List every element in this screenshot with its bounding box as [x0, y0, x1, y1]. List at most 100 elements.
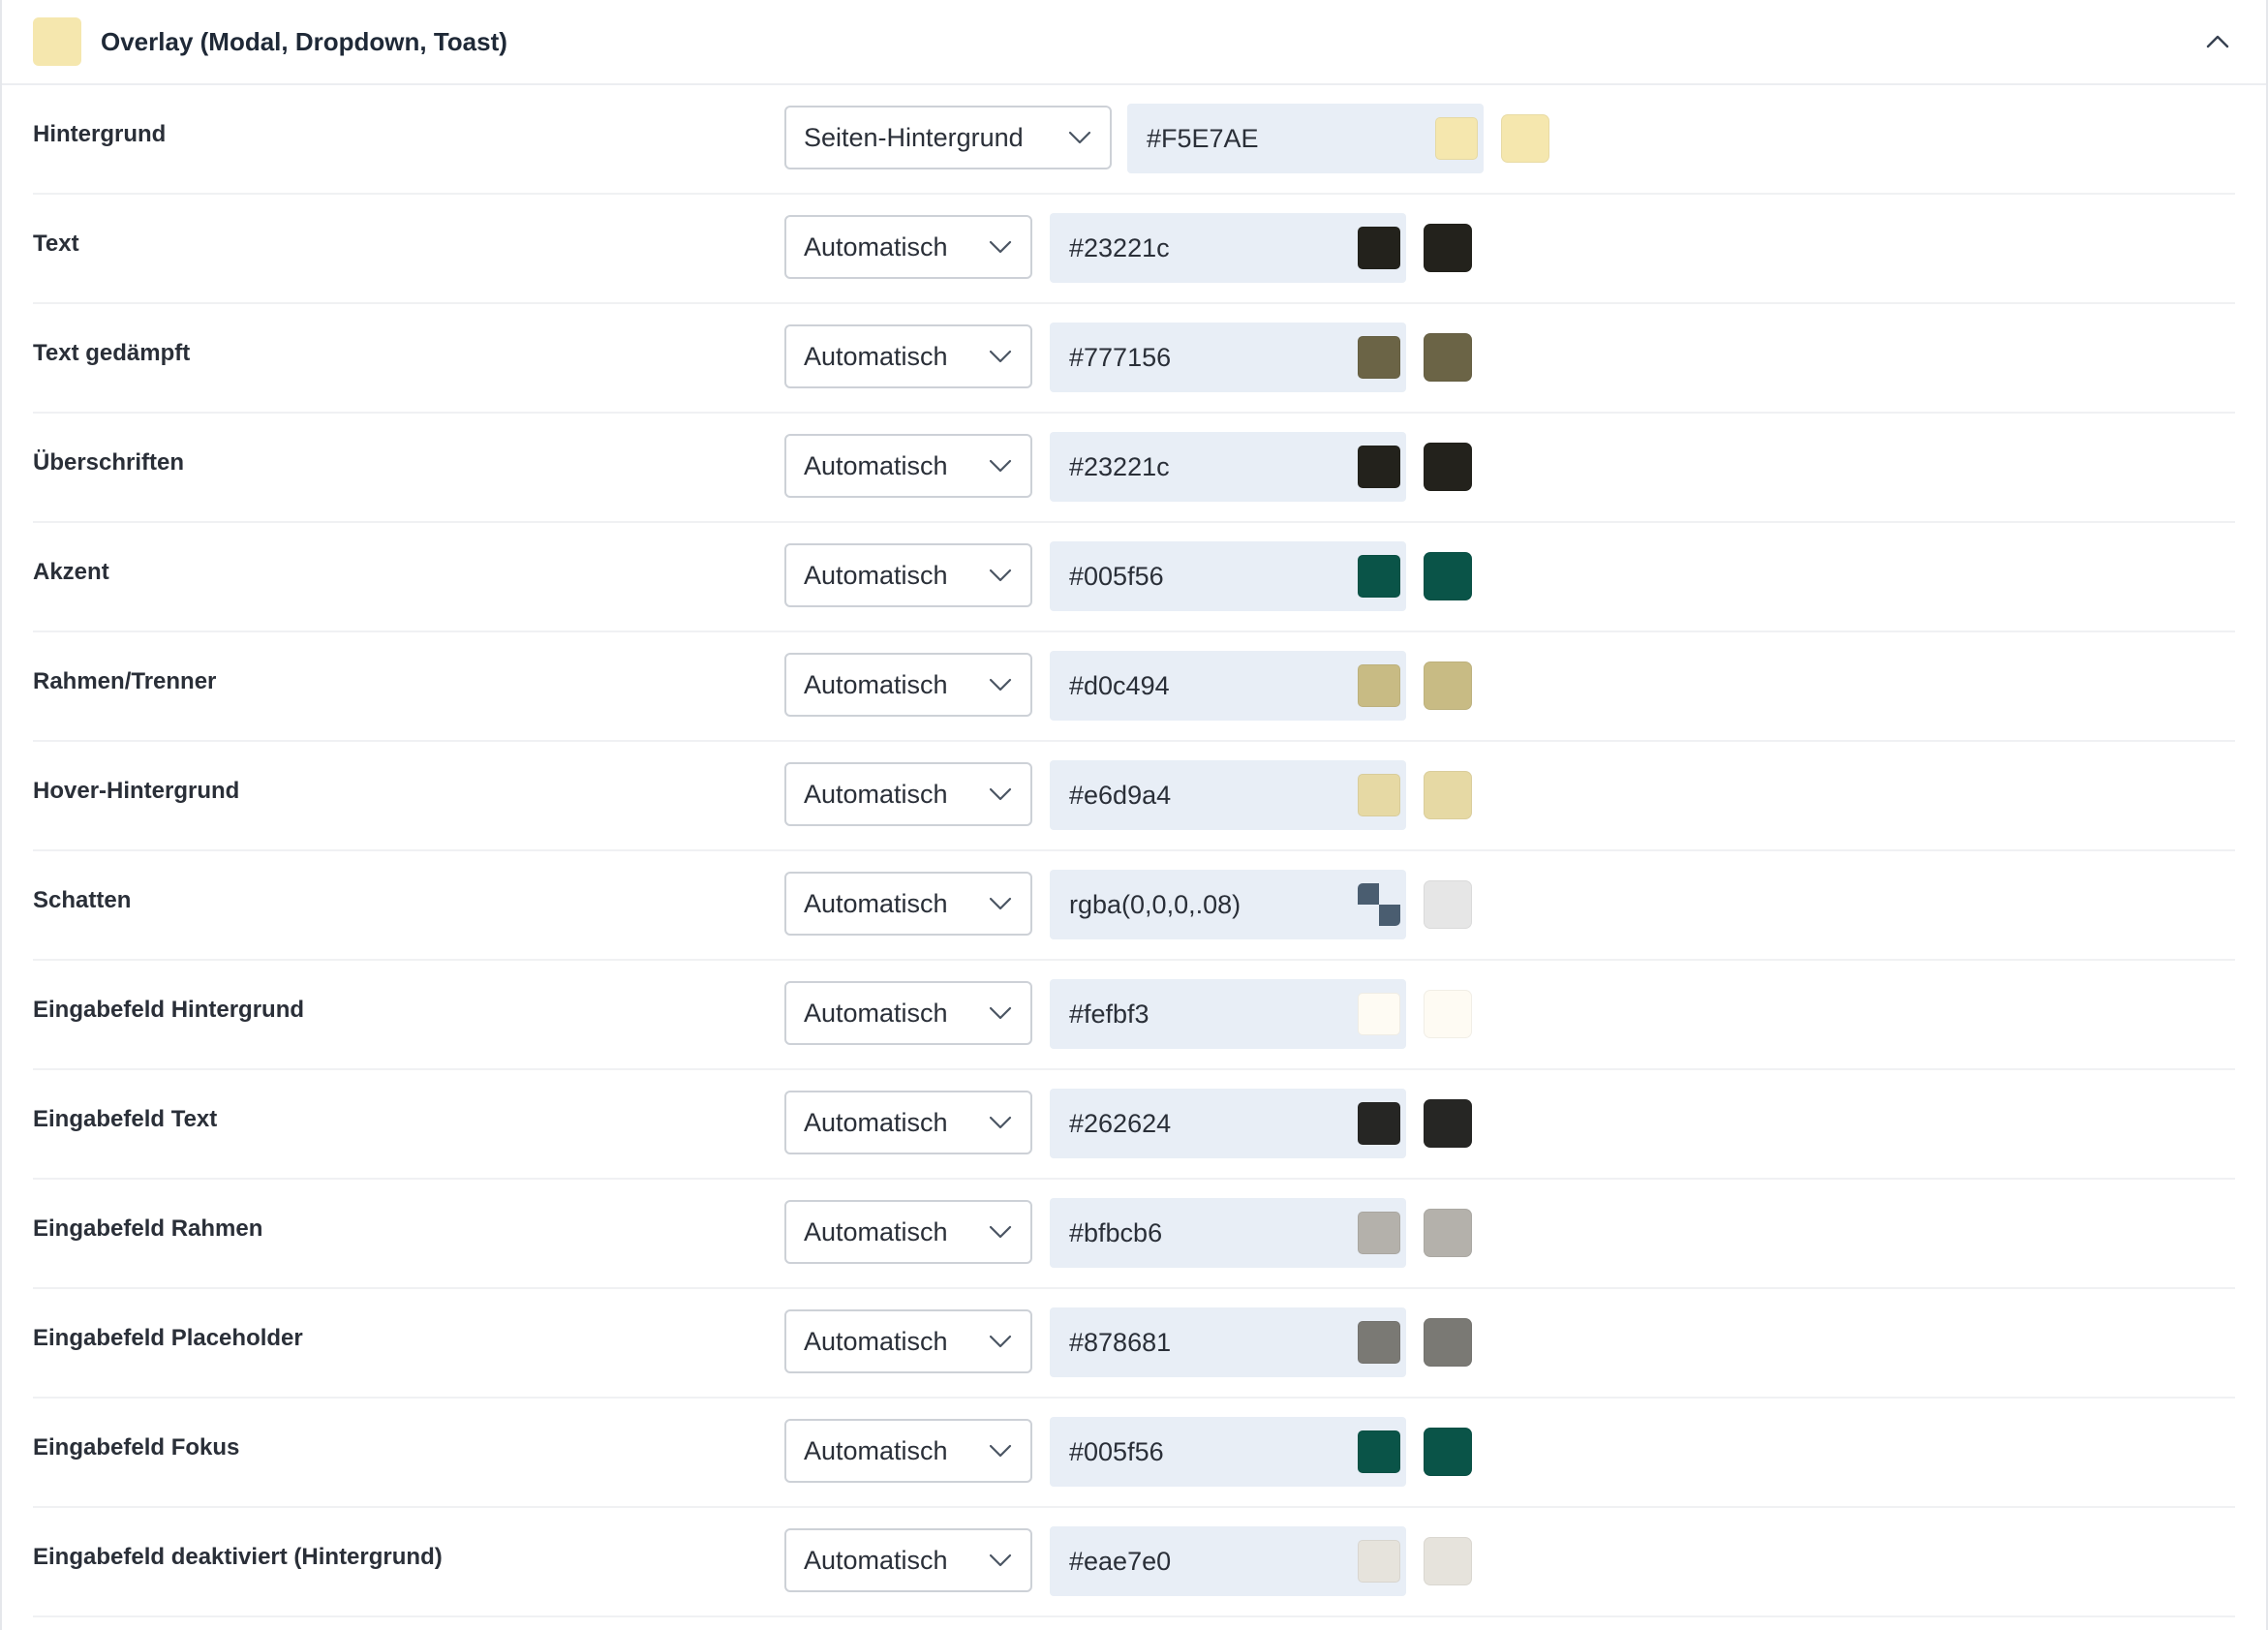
mode-select[interactable]: Automatisch	[784, 543, 1032, 607]
color-setting-row: Eingabefeld Text Automatisch #262624	[33, 1070, 2235, 1180]
mode-select-value: Automatisch	[804, 341, 948, 371]
color-input[interactable]: #23221c	[1050, 432, 1406, 502]
transparency-pattern	[1379, 905, 1400, 926]
color-picker-swatch[interactable]	[1358, 1430, 1400, 1473]
color-setting-row: Eingabefeld Hintergrund Automatisch #fefbf…	[33, 961, 2235, 1070]
color-input[interactable]: #262624	[1050, 1089, 1406, 1158]
chevron-down-icon	[1068, 131, 1091, 144]
mode-select[interactable]: Automatisch	[784, 1528, 1032, 1592]
color-input[interactable]: #777156	[1050, 323, 1406, 392]
chevron-down-icon	[989, 1335, 1012, 1348]
color-input-value: #777156	[1069, 342, 1172, 372]
color-setting-row: Text Automatisch #23221c	[33, 195, 2235, 304]
color-picker-swatch[interactable]	[1358, 883, 1400, 926]
color-input-value: #F5E7AE	[1147, 123, 1259, 153]
mode-select[interactable]: Automatisch	[784, 434, 1032, 498]
color-picker-swatch[interactable]	[1358, 1321, 1400, 1364]
color-picker-swatch[interactable]	[1358, 993, 1400, 1035]
mode-select[interactable]: Automatisch	[784, 1419, 1032, 1483]
color-input[interactable]: #005f56	[1050, 541, 1406, 611]
color-input-value: #23221c	[1069, 451, 1170, 481]
color-input[interactable]: #005f56	[1050, 1417, 1406, 1487]
chevron-down-icon	[989, 1553, 1012, 1567]
color-picker-swatch[interactable]	[1435, 117, 1478, 160]
setting-label: Text	[33, 231, 79, 257]
mode-select-value: Automatisch	[804, 1216, 948, 1246]
color-input-value: rgba(0,0,0,.08)	[1069, 889, 1241, 919]
mode-select-value: Automatisch	[804, 1107, 948, 1137]
color-input-value: #262624	[1069, 1108, 1172, 1138]
color-picker-swatch[interactable]	[1358, 664, 1400, 707]
color-input[interactable]: #fefbf3	[1050, 979, 1406, 1049]
setting-label: Eingabefeld deaktiviert (Hintergrund)	[33, 1544, 443, 1570]
color-setting-row: Hover-Hintergrund Automatisch #e6d9a4	[33, 742, 2235, 851]
mode-select-value: Seiten-Hintergrund	[804, 122, 1024, 152]
color-preview	[1424, 880, 1472, 929]
color-input[interactable]: #F5E7AE	[1127, 104, 1484, 173]
color-input-value: #d0c494	[1069, 670, 1170, 700]
setting-label: Eingabefeld Text	[33, 1106, 218, 1132]
setting-label: Text gedämpft	[33, 340, 191, 366]
color-picker-swatch[interactable]	[1358, 446, 1400, 488]
color-input[interactable]: #eae7e0	[1050, 1526, 1406, 1596]
mode-select[interactable]: Automatisch	[784, 653, 1032, 717]
chevron-up-icon	[2206, 35, 2229, 48]
mode-select[interactable]: Automatisch	[784, 762, 1032, 826]
color-setting-row: Eingabefeld Placeholder Automatisch #87868…	[33, 1289, 2235, 1399]
mode-select-value: Automatisch	[804, 450, 948, 480]
chevron-down-icon	[989, 1116, 1012, 1129]
color-picker-swatch[interactable]	[1358, 227, 1400, 269]
chevron-down-icon	[989, 678, 1012, 692]
mode-select-value: Automatisch	[804, 998, 948, 1028]
color-picker-swatch[interactable]	[1358, 1540, 1400, 1583]
color-picker-swatch[interactable]	[1358, 555, 1400, 598]
color-picker-swatch[interactable]	[1358, 1212, 1400, 1254]
chevron-down-icon	[989, 1444, 1012, 1458]
color-picker-swatch[interactable]	[1358, 1102, 1400, 1145]
color-setting-row: Eingabefeld Rahmen Automatisch #bfbcb6	[33, 1180, 2235, 1289]
color-input-value: #005f56	[1069, 1436, 1164, 1466]
color-setting-row: Schatten Automatisch rgba(0,0,0,.08)	[33, 851, 2235, 961]
overlay-settings-panel: Overlay (Modal, Dropdown, Toast) Hinterg…	[0, 0, 2268, 1630]
mode-select-value: Automatisch	[804, 560, 948, 590]
mode-select[interactable]: Seiten-Hintergrund	[784, 106, 1112, 169]
collapse-button[interactable]	[2198, 22, 2237, 61]
mode-select-value: Automatisch	[804, 1435, 948, 1465]
mode-select[interactable]: Automatisch	[784, 981, 1032, 1045]
chevron-down-icon	[989, 569, 1012, 582]
chevron-down-icon	[989, 1006, 1012, 1020]
color-preview	[1424, 661, 1472, 710]
setting-label: Akzent	[33, 559, 109, 585]
color-input[interactable]: #d0c494	[1050, 651, 1406, 721]
color-picker-swatch[interactable]	[1358, 336, 1400, 379]
color-input-value: #fefbf3	[1069, 999, 1149, 1029]
chevron-down-icon	[989, 787, 1012, 801]
color-preview	[1424, 1428, 1472, 1476]
mode-select[interactable]: Automatisch	[784, 1091, 1032, 1154]
mode-select[interactable]: Automatisch	[784, 1309, 1032, 1373]
mode-select[interactable]: Automatisch	[784, 872, 1032, 936]
mode-select[interactable]: Automatisch	[784, 215, 1032, 279]
color-preview	[1424, 443, 1472, 491]
section-title: Overlay (Modal, Dropdown, Toast)	[101, 26, 507, 56]
color-input[interactable]: #bfbcb6	[1050, 1198, 1406, 1268]
chevron-down-icon	[989, 1225, 1012, 1239]
color-picker-swatch[interactable]	[1358, 774, 1400, 816]
color-input[interactable]: #23221c	[1050, 213, 1406, 283]
color-preview	[1424, 552, 1472, 600]
color-input[interactable]: #878681	[1050, 1307, 1406, 1377]
color-input[interactable]: #e6d9a4	[1050, 760, 1406, 830]
chevron-down-icon	[989, 459, 1012, 473]
color-preview	[1424, 1209, 1472, 1257]
mode-select[interactable]: Automatisch	[784, 1200, 1032, 1264]
mode-select-value: Automatisch	[804, 779, 948, 809]
color-input[interactable]: rgba(0,0,0,.08)	[1050, 870, 1406, 939]
section-header[interactable]: Overlay (Modal, Dropdown, Toast)	[2, 0, 2266, 85]
color-preview	[1501, 114, 1549, 163]
color-setting-row: Hintergrund Seiten-Hintergrund #F5E7AE	[33, 85, 2235, 195]
setting-label: Rahmen/Trenner	[33, 668, 217, 694]
color-preview	[1424, 990, 1472, 1038]
color-input-value: #005f56	[1069, 561, 1164, 591]
chevron-down-icon	[989, 897, 1012, 910]
mode-select[interactable]: Automatisch	[784, 324, 1032, 388]
